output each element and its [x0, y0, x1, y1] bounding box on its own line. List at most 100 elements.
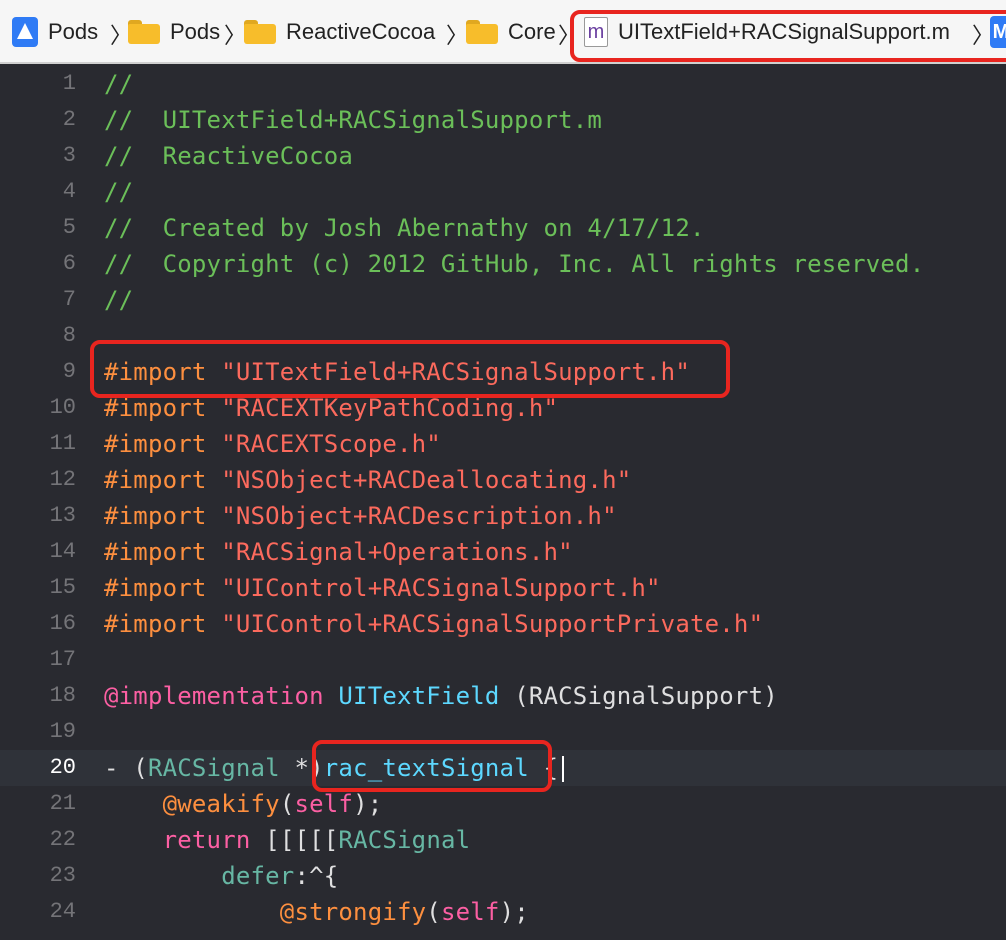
line-number: 21 [49, 791, 76, 816]
code-token: // [104, 178, 134, 206]
code-token: #import [104, 394, 222, 422]
code-text: #import "UIControl+RACSignalSupportPriva… [104, 610, 763, 638]
line-number: 6 [62, 251, 76, 276]
code-token: ( [426, 898, 441, 926]
code-line[interactable]: 7 // [0, 282, 1006, 318]
code-text: #import "RACEXTKeyPathCoding.h" [104, 394, 558, 422]
code-token: #import [104, 502, 222, 530]
code-token: return [162, 826, 251, 854]
text-cursor [562, 756, 565, 782]
code-text: #import "UIControl+RACSignalSupport.h" [104, 574, 661, 602]
line-number: 13 [49, 503, 76, 528]
code-line[interactable]: 15 #import "UIControl+RACSignalSupport.h" [0, 570, 1006, 606]
line-number: 14 [49, 539, 76, 564]
line-number: 24 [49, 899, 76, 924]
code-token: (RACSignalSupport) [499, 682, 778, 710]
line-number: 15 [49, 575, 76, 600]
code-token: "RACEXTScope.h" [221, 430, 441, 458]
breadcrumb-label: Core [508, 19, 556, 44]
line-number: 18 [49, 683, 76, 708]
code-line[interactable]: 17 [0, 642, 1006, 678]
breadcrumb-project-pods[interactable]: Pods [12, 0, 99, 62]
code-token: // ReactiveCocoa [104, 142, 354, 170]
code-text: @implementation UITextField (RACSignalSu… [104, 682, 778, 710]
code-token: ( [279, 790, 295, 818]
code-line[interactable]: 16 #import "UIControl+RACSignalSupportPri… [0, 606, 1006, 642]
code-line[interactable]: 3 // ReactiveCocoa [0, 138, 1006, 174]
code-token: @strongify [279, 898, 427, 926]
code-token: #import [104, 466, 222, 494]
line-number: 17 [49, 647, 76, 672]
code-token: self [294, 790, 354, 818]
code-text: // ReactiveCocoa [104, 142, 353, 170]
code-token: ); [353, 790, 383, 818]
code-editor[interactable]: 1 // 2 // UITextField+RACSignalSupport.m 3 //… [0, 64, 1006, 940]
code-text: @strongify(self); [104, 898, 529, 926]
breadcrumb-folder-pods[interactable]: Pods [128, 0, 220, 62]
line-number: 5 [62, 215, 76, 240]
code-text: // UITextField+RACSignalSupport.m [104, 106, 602, 134]
code-token: // Created by Josh Abernathy on 4/17/12. [104, 214, 705, 242]
code-line[interactable]: 23 defer:^{ [0, 858, 1006, 894]
breadcrumb-label: Pods [48, 19, 99, 44]
line-number: 23 [49, 863, 76, 888]
line-number: 22 [49, 827, 76, 852]
line-number: 11 [49, 431, 76, 456]
line-number: 19 [49, 719, 76, 744]
code-text: defer:^{ [104, 862, 338, 890]
code-line[interactable]: 12 #import "NSObject+RACDeallocating.h" [0, 462, 1006, 498]
code-text: #import "NSObject+RACDeallocating.h" [104, 466, 631, 494]
code-line[interactable]: 1 // [0, 66, 1006, 102]
annotation-highlight-method [312, 740, 552, 792]
breadcrumb-folder-reactivecocoa[interactable]: ReactiveCocoa [244, 0, 436, 62]
code-line[interactable]: 13 #import "NSObject+RACDescription.h" [0, 498, 1006, 534]
line-number: 8 [62, 323, 76, 348]
code-line[interactable]: 24 @strongify(self); [0, 894, 1006, 930]
code-token: // [104, 70, 134, 98]
code-token: @weakify [162, 790, 280, 818]
code-token: RACSignal [147, 754, 280, 782]
line-number: 4 [62, 179, 76, 204]
code-token: UITextField [338, 682, 500, 710]
code-line[interactable]: 22 return [[[[[RACSignal [0, 822, 1006, 858]
code-token: // [104, 286, 134, 314]
breadcrumb-label: ReactiveCocoa [286, 19, 436, 44]
code-token: #import [104, 574, 222, 602]
code-token: "UIControl+RACSignalSupportPrivate.h" [221, 610, 764, 638]
code-token: "NSObject+RACDescription.h" [221, 502, 617, 530]
code-token: :^{ [294, 862, 339, 890]
code-token: [[[[[ [250, 826, 339, 854]
code-line[interactable]: 14 #import "RACSignal+Operations.h" [0, 534, 1006, 570]
code-token: #import [104, 610, 222, 638]
folder-icon [466, 20, 498, 44]
breadcrumb-folder-core[interactable]: Core [466, 0, 556, 62]
line-number: 1 [62, 71, 76, 96]
code-token: "NSObject+RACDeallocating.h" [221, 466, 632, 494]
annotation-highlight-filename [570, 10, 1006, 62]
code-line[interactable]: 2 // UITextField+RACSignalSupport.m [0, 102, 1006, 138]
code-token: #import [104, 538, 222, 566]
code-token: @implementation [104, 682, 339, 710]
line-number: 12 [49, 467, 76, 492]
line-number: 20 [49, 755, 76, 780]
code-text: return [[[[[RACSignal [104, 826, 470, 854]
code-line[interactable]: 5 // Created by Josh Abernathy on 4/17/12… [0, 210, 1006, 246]
code-token: #import [104, 430, 222, 458]
code-line[interactable]: 11 #import "RACEXTScope.h" [0, 426, 1006, 462]
code-token: "RACEXTKeyPathCoding.h" [221, 394, 559, 422]
code-token: // Copyright (c) 2012 GitHub, Inc. All r… [104, 250, 925, 278]
code-text: // [104, 178, 133, 206]
code-token: "UIControl+RACSignalSupport.h" [221, 574, 661, 602]
code-line[interactable]: 6 // Copyright (c) 2012 GitHub, Inc. All … [0, 246, 1006, 282]
folder-icon [244, 20, 276, 44]
code-line[interactable]: 18 @implementation UITextField (RACSignal… [0, 678, 1006, 714]
line-number: 10 [49, 395, 76, 420]
code-line[interactable]: 4 // [0, 174, 1006, 210]
code-token: ); [499, 898, 529, 926]
code-token: RACSignal [338, 826, 471, 854]
line-number: 3 [62, 143, 76, 168]
code-text: // [104, 286, 133, 314]
annotation-highlight-import [90, 340, 730, 398]
